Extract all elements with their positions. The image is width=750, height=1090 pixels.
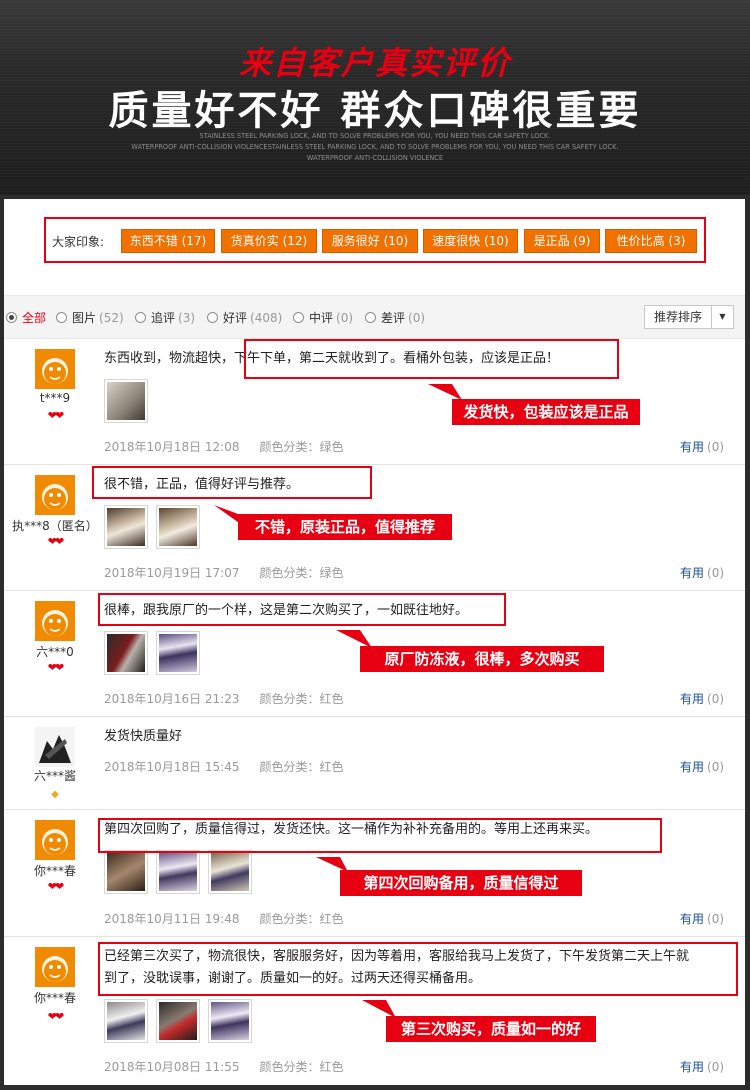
callout-label: 第三次购买，质量如一的好 (386, 1016, 596, 1042)
callout-label: 发货快，包装应该是正品 (452, 399, 640, 425)
callout-arrows (214, 384, 462, 1018)
review-page: { "banner": { "title": "来自客户真实评价", "head… (0, 0, 750, 1090)
callout-label: 原厂防冻液，很棒，多次购买 (360, 646, 604, 672)
callout-label: 第四次回购备用，质量信得过 (340, 870, 582, 896)
callout-label: 不错，原装正品，值得推荐 (238, 514, 452, 540)
